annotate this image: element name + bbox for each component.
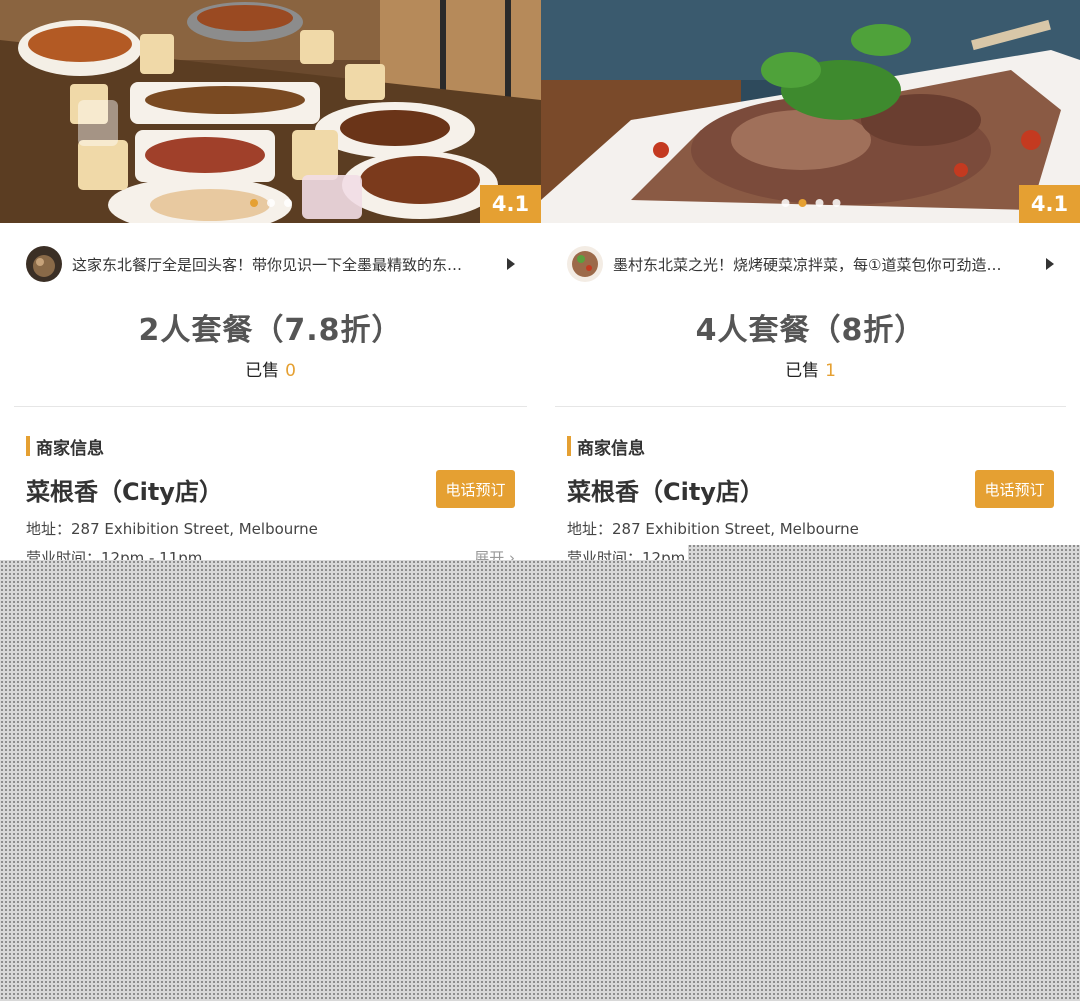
opening-hours: 营业时间：12pm (567, 549, 686, 560)
deal-title: 2人套餐（7.8折） (138, 313, 403, 348)
food-photo-left[interactable]: 4.1 (0, 0, 541, 223)
deal-card-left: 4.1 这家东北餐厅全是回头客！带你见识一下全墨最精致的东… 2人套餐（7.8折… (0, 0, 541, 560)
store-address: 地址：287 Exhibition Street, Melbourne (26, 520, 318, 538)
rating-badge: 4.1 (480, 185, 541, 223)
sold-label: 已售 (785, 361, 820, 381)
store-name: 菜根香（City店） (26, 478, 223, 506)
store-address: 地址：287 Exhibition Street, Melbourne (567, 520, 859, 538)
section-title: 商家信息 (36, 438, 104, 459)
carousel-dot[interactable] (249, 199, 258, 207)
rating-badge: 4.1 (1019, 185, 1080, 223)
expand-button[interactable]: 展开 › (474, 547, 515, 560)
post-title: 这家东北餐厅全是回头客！带你见识一下全墨最精致的东… (72, 255, 463, 274)
featured-post-link[interactable]: 墨村东北菜之光！烧烤硬菜凉拌菜，每①道菜包你可劲造… (567, 246, 1054, 282)
section-accent-bar (567, 436, 571, 456)
featured-post-link[interactable]: 这家东北餐厅全是回头客！带你见识一下全墨最精致的东… (26, 246, 515, 282)
deal-title: 4人套餐（8折） (695, 313, 926, 348)
phone-reserve-button[interactable]: 电话预订 (975, 470, 1054, 508)
post-title: 墨村东北菜之光！烧烤硬菜凉拌菜，每①道菜包你可劲造… (613, 255, 1002, 274)
play-icon[interactable] (507, 258, 515, 270)
author-avatar (26, 246, 62, 282)
deal-card-right: 4.1 墨村东北菜之光！烧烤硬菜凉拌菜，每①道菜包你可劲造… 4人套餐（8折） … (541, 0, 1080, 545)
section-accent-bar (26, 436, 30, 456)
sold-number: 1 (825, 361, 836, 381)
carousel-dot[interactable] (798, 199, 806, 207)
sold-count: 已售 1 (541, 356, 1080, 381)
divider (555, 406, 1066, 407)
carousel-dot[interactable] (283, 199, 292, 207)
opening-hours: 营业时间：12pm - 11pm (26, 549, 203, 560)
carousel-dot[interactable] (266, 199, 275, 207)
carousel-indicator[interactable] (781, 199, 840, 207)
food-photo-right[interactable]: 4.1 (541, 0, 1080, 223)
carousel-indicator[interactable] (249, 199, 292, 207)
author-avatar (567, 246, 603, 282)
sold-label: 已售 (245, 361, 280, 381)
expand-label: 展开 (474, 549, 505, 560)
play-icon[interactable] (1046, 258, 1054, 270)
section-title: 商家信息 (577, 438, 645, 459)
merchant-info-header: 商家信息 (567, 435, 645, 459)
carousel-dot[interactable] (815, 199, 823, 207)
carousel-dot[interactable] (832, 199, 840, 207)
sold-count: 已售 0 (0, 356, 541, 381)
sold-number: 0 (285, 361, 296, 381)
opening-hours-fragment: 营业时间：12pm (541, 545, 688, 560)
merchant-info-header: 商家信息 (26, 435, 104, 459)
divider (14, 406, 527, 407)
carousel-dot[interactable] (781, 199, 789, 207)
store-name: 菜根香（City店） (567, 478, 764, 506)
chevron-right-icon: › (509, 549, 515, 560)
phone-reserve-button[interactable]: 电话预订 (436, 470, 515, 508)
